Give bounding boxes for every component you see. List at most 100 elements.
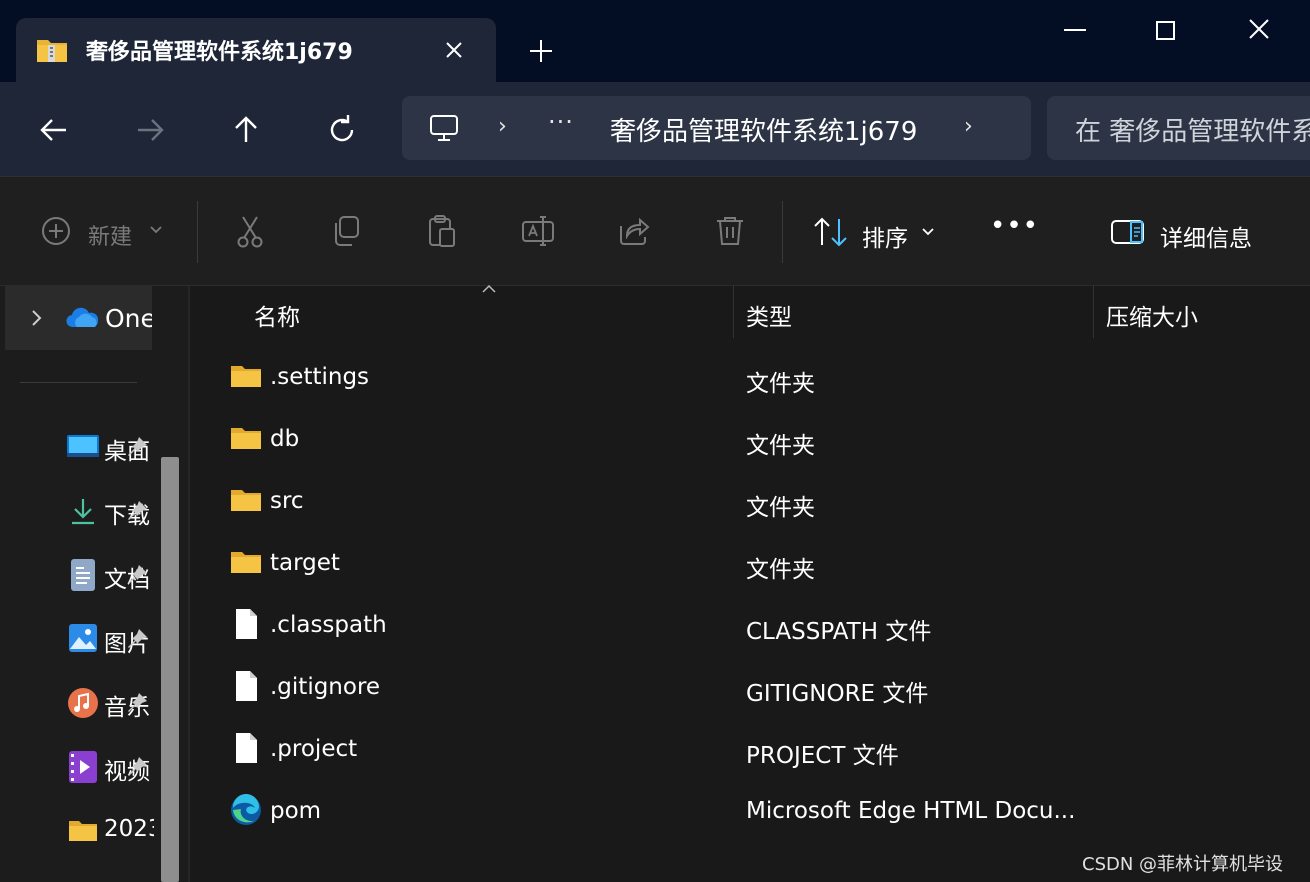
close-icon[interactable] — [1236, 14, 1282, 50]
maximize-icon[interactable] — [1142, 14, 1188, 50]
file-type: CLASSPATH 文件 — [746, 619, 932, 645]
pin-icon[interactable] — [124, 434, 150, 460]
breadcrumb-separator[interactable]: › — [498, 114, 507, 139]
rename-icon[interactable] — [520, 213, 556, 249]
folder-icon — [231, 552, 261, 573]
file-type: 文件夹 — [746, 371, 815, 397]
plus-circle-icon — [42, 217, 70, 245]
more-options-icon: ••• — [990, 211, 1040, 241]
chevron-down-icon — [922, 228, 934, 236]
file-row[interactable]: target 文件夹 — [220, 533, 1300, 595]
tab-close-icon[interactable] — [440, 36, 468, 64]
file-row[interactable]: .settings 文件夹 — [220, 347, 1300, 409]
column-header-name[interactable]: 名称 — [254, 298, 300, 332]
folder-icon — [231, 366, 261, 387]
file-row[interactable]: .classpath CLASSPATH 文件 — [220, 595, 1300, 657]
music-icon — [68, 688, 98, 718]
column-header-compressed-size[interactable]: 压缩大小 — [1106, 298, 1198, 332]
file-name: .settings — [270, 364, 370, 390]
nav-item-onedrive[interactable]: OneDrive — [5, 286, 152, 350]
tab-title: 奢侈品管理软件系统1j679 — [86, 40, 353, 65]
column-divider[interactable] — [733, 286, 734, 338]
download-icon — [72, 499, 94, 525]
pin-icon[interactable] — [124, 690, 150, 716]
quick-access-videos[interactable]: 视频 — [62, 742, 154, 792]
quick-access-desktop[interactable]: 桌面 — [62, 422, 154, 472]
nav-scrollbar-thumb[interactable] — [161, 457, 179, 882]
file-type: 文件夹 — [746, 433, 815, 459]
new-tab-icon[interactable] — [526, 36, 556, 66]
file-name: .gitignore — [270, 674, 381, 700]
quick-access-documents[interactable]: 文档 — [62, 550, 154, 600]
folder-icon — [69, 821, 97, 841]
chevron-right-icon[interactable] — [29, 308, 43, 328]
nav-item-label: OneDrive — [105, 304, 152, 333]
file-list: 名称 类型 压缩大小 .settings 文件夹 db 文件夹 src 文件夹 … — [190, 284, 1310, 882]
file-icon — [236, 733, 257, 763]
file-row[interactable]: pom Microsoft Edge HTML Docu... — [220, 781, 1300, 843]
forward-arrow-icon[interactable] — [130, 110, 170, 150]
file-name: target — [270, 550, 340, 576]
share-icon[interactable] — [616, 213, 652, 249]
new-label: 新建 — [88, 225, 133, 250]
quick-access-music[interactable]: 音乐 — [62, 678, 154, 728]
details-pane-icon — [1111, 220, 1144, 244]
more-options-button[interactable]: ••• — [988, 211, 1038, 241]
minimize-icon[interactable] — [1052, 14, 1098, 50]
file-type: 文件夹 — [746, 495, 815, 521]
pin-icon[interactable] — [124, 754, 150, 780]
file-icon — [236, 609, 257, 639]
delete-icon[interactable] — [712, 213, 748, 249]
cut-icon[interactable] — [232, 213, 268, 249]
quick-access-pictures[interactable]: 图片 — [62, 614, 154, 664]
column-divider[interactable] — [1093, 286, 1094, 338]
file-row[interactable]: .gitignore GITIGNORE 文件 — [220, 657, 1300, 719]
pin-icon[interactable] — [124, 562, 150, 588]
breadcrumb-separator[interactable]: › — [964, 114, 973, 139]
column-header-type[interactable]: 类型 — [746, 298, 792, 332]
pin-icon[interactable] — [124, 626, 150, 652]
file-row[interactable]: .project PROJECT 文件 — [220, 719, 1300, 781]
file-name: db — [270, 426, 300, 452]
file-icon — [236, 671, 257, 701]
file-name: .project — [270, 736, 358, 762]
sort-ascending-icon — [482, 284, 496, 293]
onedrive-cloud-icon — [66, 307, 99, 328]
back-arrow-icon[interactable] — [34, 110, 74, 150]
address-bar[interactable]: › ··· 奢侈品管理软件系统1j679 › — [402, 96, 1031, 160]
up-arrow-icon[interactable] — [226, 110, 266, 150]
breadcrumb-current-folder[interactable]: 奢侈品管理软件系统1j679 — [610, 111, 917, 148]
folder-icon — [231, 490, 261, 511]
file-type: PROJECT 文件 — [746, 743, 899, 769]
navigation-bar: › ··· 奢侈品管理软件系统1j679 › 在 奢侈品管理软件系统1j679 … — [0, 82, 1310, 176]
computer-icon[interactable] — [428, 112, 460, 144]
refresh-icon[interactable] — [322, 110, 362, 150]
command-bar: 新建 排序 ••• 详细信息 — [0, 176, 1310, 286]
desktop-icon — [67, 435, 99, 457]
toolbar-divider — [197, 201, 198, 263]
file-type: Microsoft Edge HTML Docu... — [746, 798, 1076, 824]
file-type: 文件夹 — [746, 557, 815, 583]
details-label: 详细信息 — [1160, 226, 1252, 252]
pictures-icon — [69, 624, 97, 652]
navigation-pane: OneDrive 桌面 下载 文档 — [0, 286, 190, 882]
title-bar: 奢侈品管理软件系统1j679 — [0, 0, 1310, 82]
quick-access-folder-2023[interactable]: 2023 — [62, 806, 154, 856]
tab-active[interactable]: 奢侈品管理软件系统1j679 — [16, 18, 496, 82]
file-name: src — [270, 488, 304, 514]
zip-folder-icon — [37, 40, 67, 62]
copy-icon[interactable] — [328, 213, 364, 249]
search-placeholder: 在 奢侈品管理软件系统1j679 中搜索 — [1075, 117, 1310, 147]
search-box[interactable]: 在 奢侈品管理软件系统1j679 中搜索 — [1047, 96, 1310, 160]
file-name: pom — [270, 798, 322, 824]
pin-icon[interactable] — [124, 498, 150, 524]
chevron-down-icon — [150, 226, 162, 234]
file-row[interactable]: src 文件夹 — [220, 471, 1300, 533]
edge-icon — [231, 794, 261, 825]
quick-access-label: 2023 — [104, 816, 154, 842]
breadcrumb-more[interactable]: ··· — [548, 108, 574, 136]
paste-icon[interactable] — [424, 213, 460, 249]
file-type: GITIGNORE 文件 — [746, 681, 929, 707]
file-row[interactable]: db 文件夹 — [220, 409, 1300, 471]
quick-access-downloads[interactable]: 下载 — [62, 486, 154, 536]
